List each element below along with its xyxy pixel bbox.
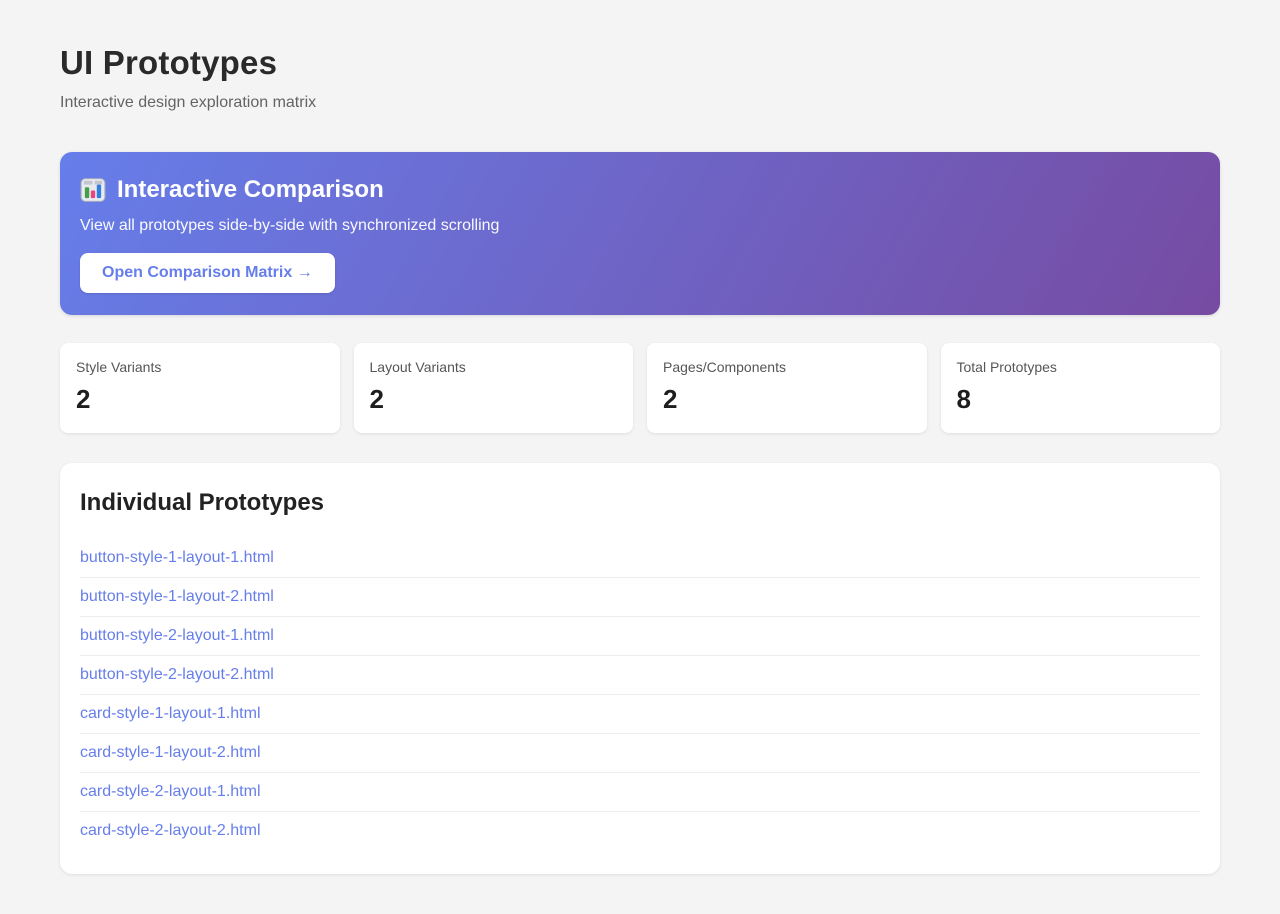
stat-card-total-prototypes: Total Prototypes 8 (940, 343, 1220, 433)
banner-title-text: Interactive Comparison (117, 176, 384, 203)
stat-label: Style Variants (76, 359, 162, 375)
prototype-link[interactable]: card-style-2-layout-1.html (80, 773, 1200, 811)
stat-value: 2 (663, 384, 678, 414)
stat-value: 2 (76, 384, 91, 414)
page-subtitle: Interactive design exploration matrix (60, 94, 317, 111)
prototype-link[interactable]: button-style-2-layout-1.html (80, 617, 1200, 655)
prototype-link[interactable]: card-style-2-layout-2.html (80, 812, 1200, 850)
comparison-banner: Interactive Comparison View all prototyp… (60, 152, 1220, 315)
page-title: UI Prototypes (60, 44, 278, 81)
prototype-list: button-style-1-layout-1.html button-styl… (80, 539, 1200, 850)
banner-description: View all prototypes side-by-side with sy… (80, 217, 500, 234)
prototypes-heading: Individual Prototypes (80, 489, 325, 516)
list-item: button-style-1-layout-2.html (80, 578, 1200, 617)
open-comparison-button[interactable]: Open Comparison Matrix → (80, 253, 335, 293)
list-item: card-style-1-layout-2.html (80, 734, 1200, 773)
prototype-link[interactable]: card-style-1-layout-2.html (80, 734, 1200, 772)
prototype-link[interactable]: button-style-2-layout-2.html (80, 656, 1200, 694)
list-item: card-style-1-layout-1.html (80, 695, 1200, 734)
bar-chart-icon (80, 177, 106, 203)
stat-value: 2 (369, 384, 384, 414)
list-item: button-style-1-layout-1.html (80, 539, 1200, 578)
page-container: UI Prototypes Interactive design explora… (0, 0, 1280, 914)
stat-label: Layout Variants (369, 359, 466, 375)
prototypes-card: Individual Prototypes button-style-1-lay… (60, 463, 1220, 874)
banner-title: Interactive Comparison (80, 176, 1200, 204)
stat-value: 8 (956, 384, 971, 414)
stat-card-layout-variants: Layout Variants 2 (353, 343, 633, 433)
prototype-link[interactable]: button-style-1-layout-2.html (80, 578, 1200, 616)
stats-row: Style Variants 2 Layout Variants 2 Pages… (60, 343, 1220, 433)
list-item: button-style-2-layout-1.html (80, 617, 1200, 656)
list-item: button-style-2-layout-2.html (80, 656, 1200, 695)
stat-card-pages-components: Pages/Components 2 (647, 343, 927, 433)
list-item: card-style-2-layout-1.html (80, 773, 1200, 812)
list-item: card-style-2-layout-2.html (80, 812, 1200, 850)
prototype-link[interactable]: button-style-1-layout-1.html (80, 539, 1200, 577)
stat-label: Total Prototypes (956, 359, 1057, 375)
prototype-link[interactable]: card-style-1-layout-1.html (80, 695, 1200, 733)
stat-card-style-variants: Style Variants 2 (60, 343, 340, 433)
stat-label: Pages/Components (663, 359, 786, 375)
